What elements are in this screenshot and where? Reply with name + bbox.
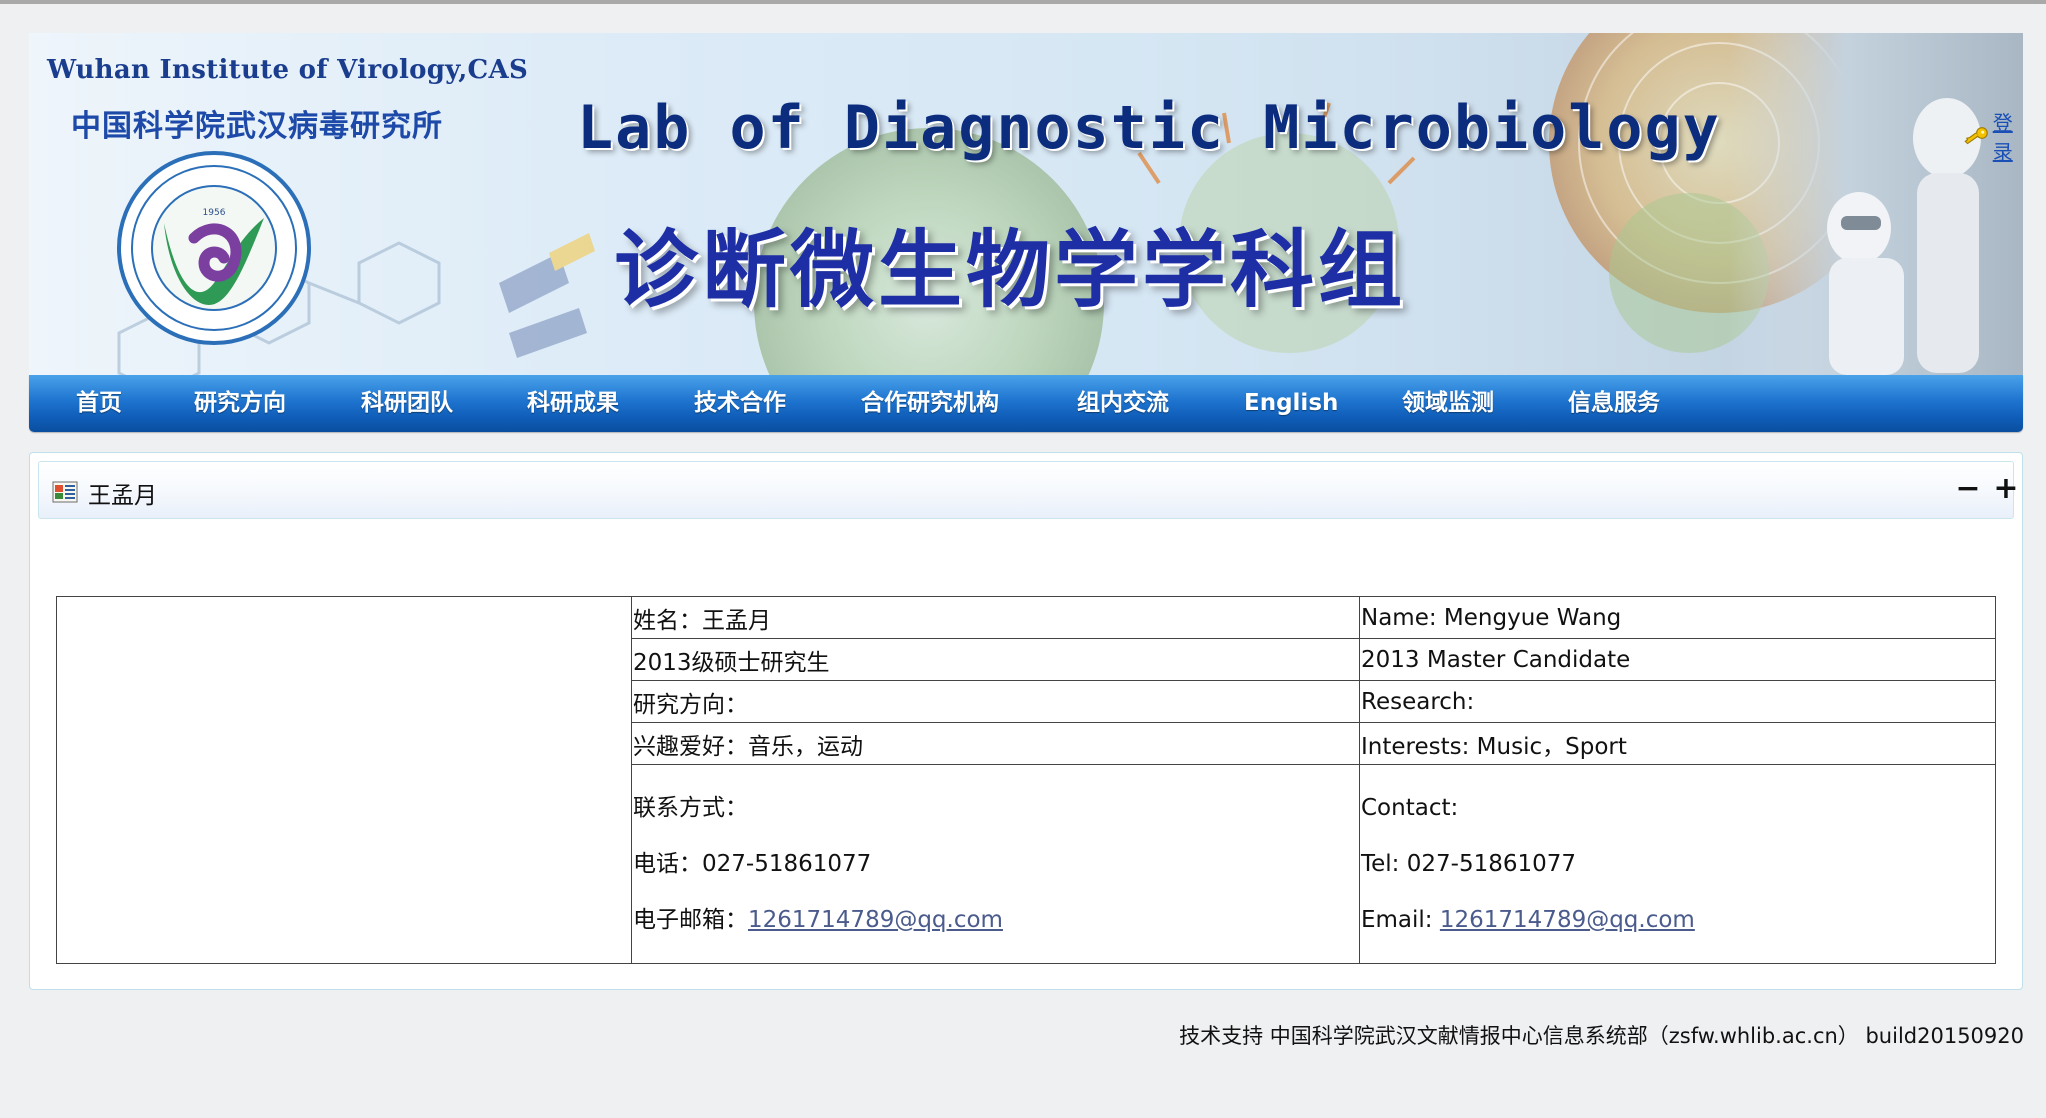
collapse-button[interactable]: − bbox=[1955, 474, 1981, 504]
institute-logo-seal bbox=[117, 151, 311, 345]
nav-item-home[interactable]: 首页 bbox=[76, 375, 122, 432]
profile-panel: 王孟月 − + 姓名：王孟月 Name: Mengyue Wang 2013级硕… bbox=[29, 452, 2023, 990]
en-email-label: Email: bbox=[1361, 907, 1440, 933]
cn-name: 姓名：王孟月 bbox=[631, 596, 1360, 639]
nav-item-field-monitoring[interactable]: 领域监测 bbox=[1402, 375, 1494, 432]
panel-header: 王孟月 − + bbox=[38, 461, 2019, 519]
nav-item-partner-institutions[interactable]: 合作研究机构 bbox=[861, 375, 999, 432]
photo-cell bbox=[56, 596, 632, 964]
login-label: 登录 bbox=[1992, 111, 2013, 164]
nav-item-english[interactable]: English bbox=[1244, 375, 1338, 432]
en-name: Name: Mengyue Wang bbox=[1359, 596, 1996, 639]
profile-table: 姓名：王孟月 Name: Mengyue Wang 2013级硕士研究生 201… bbox=[56, 596, 1996, 964]
lab-title-chinese: 诊断微生物学学科组 bbox=[614, 221, 1407, 319]
en-email-link[interactable]: 1261714789@qq.com bbox=[1440, 907, 1695, 933]
en-email-line: Email: 1261714789@qq.com bbox=[1361, 892, 1995, 948]
institute-name-english: Wuhan Institute of Virology,CAS bbox=[47, 55, 529, 85]
login-link[interactable]: 登录 bbox=[1963, 107, 2023, 165]
profile-card-icon bbox=[52, 481, 78, 503]
institute-name-chinese: 中国科学院武汉病毒研究所 bbox=[71, 109, 443, 144]
cn-research: 研究方向： bbox=[631, 680, 1360, 723]
cn-interests: 兴趣爱好：音乐，运动 bbox=[631, 722, 1360, 765]
en-contact-cell: Contact: Tel: 027-51861077 Email: 126171… bbox=[1359, 764, 1996, 964]
en-degree: 2013 Master Candidate bbox=[1359, 638, 1996, 681]
cn-email-link[interactable]: 1261714789@qq.com bbox=[748, 907, 1003, 933]
en-contact-label: Contact: bbox=[1361, 795, 1459, 821]
nav-item-research-results[interactable]: 科研成果 bbox=[527, 375, 619, 432]
window-top-border bbox=[0, 0, 2046, 4]
cn-email-line: 电子邮箱：1261714789@qq.com bbox=[633, 892, 1359, 948]
nav-item-info-services[interactable]: 信息服务 bbox=[1568, 375, 1660, 432]
panel-title: 王孟月 bbox=[88, 483, 157, 509]
cn-contact-label: 联系方式： bbox=[633, 795, 748, 821]
svg-text:1956: 1956 bbox=[203, 208, 226, 218]
en-interests: Interests: Music，Sport bbox=[1359, 722, 1996, 765]
key-icon bbox=[1964, 127, 1988, 145]
main-navigation: 首页 研究方向 科研团队 科研成果 技术合作 合作研究机构 组内交流 Engli… bbox=[29, 375, 2023, 432]
cn-phone: 电话：027-51861077 bbox=[633, 851, 872, 877]
nav-item-research-direction[interactable]: 研究方向 bbox=[194, 375, 286, 432]
nav-item-group-exchange[interactable]: 组内交流 bbox=[1077, 375, 1169, 432]
lab-title-english: Lab of Diagnostic Microbiology bbox=[577, 93, 1721, 163]
cn-contact-cell: 联系方式： 电话：027-51861077 电子邮箱：1261714789@qq… bbox=[631, 764, 1360, 964]
nav-item-research-team[interactable]: 科研团队 bbox=[361, 375, 453, 432]
footer-credits: 技术支持 中国科学院武汉文献情报中心信息系统部（zsfw.whlib.ac.cn… bbox=[1179, 1024, 2024, 1048]
cn-degree: 2013级硕士研究生 bbox=[631, 638, 1360, 681]
en-research: Research: bbox=[1359, 680, 1996, 723]
cn-email-label: 电子邮箱： bbox=[633, 907, 748, 933]
site-banner: 1956 Wuhan Institute of Virology,CAS 中国科… bbox=[29, 33, 2023, 375]
en-phone: Tel: 027-51861077 bbox=[1361, 851, 1577, 877]
expand-button[interactable]: + bbox=[1993, 474, 2019, 504]
nav-item-tech-cooperation[interactable]: 技术合作 bbox=[694, 375, 786, 432]
